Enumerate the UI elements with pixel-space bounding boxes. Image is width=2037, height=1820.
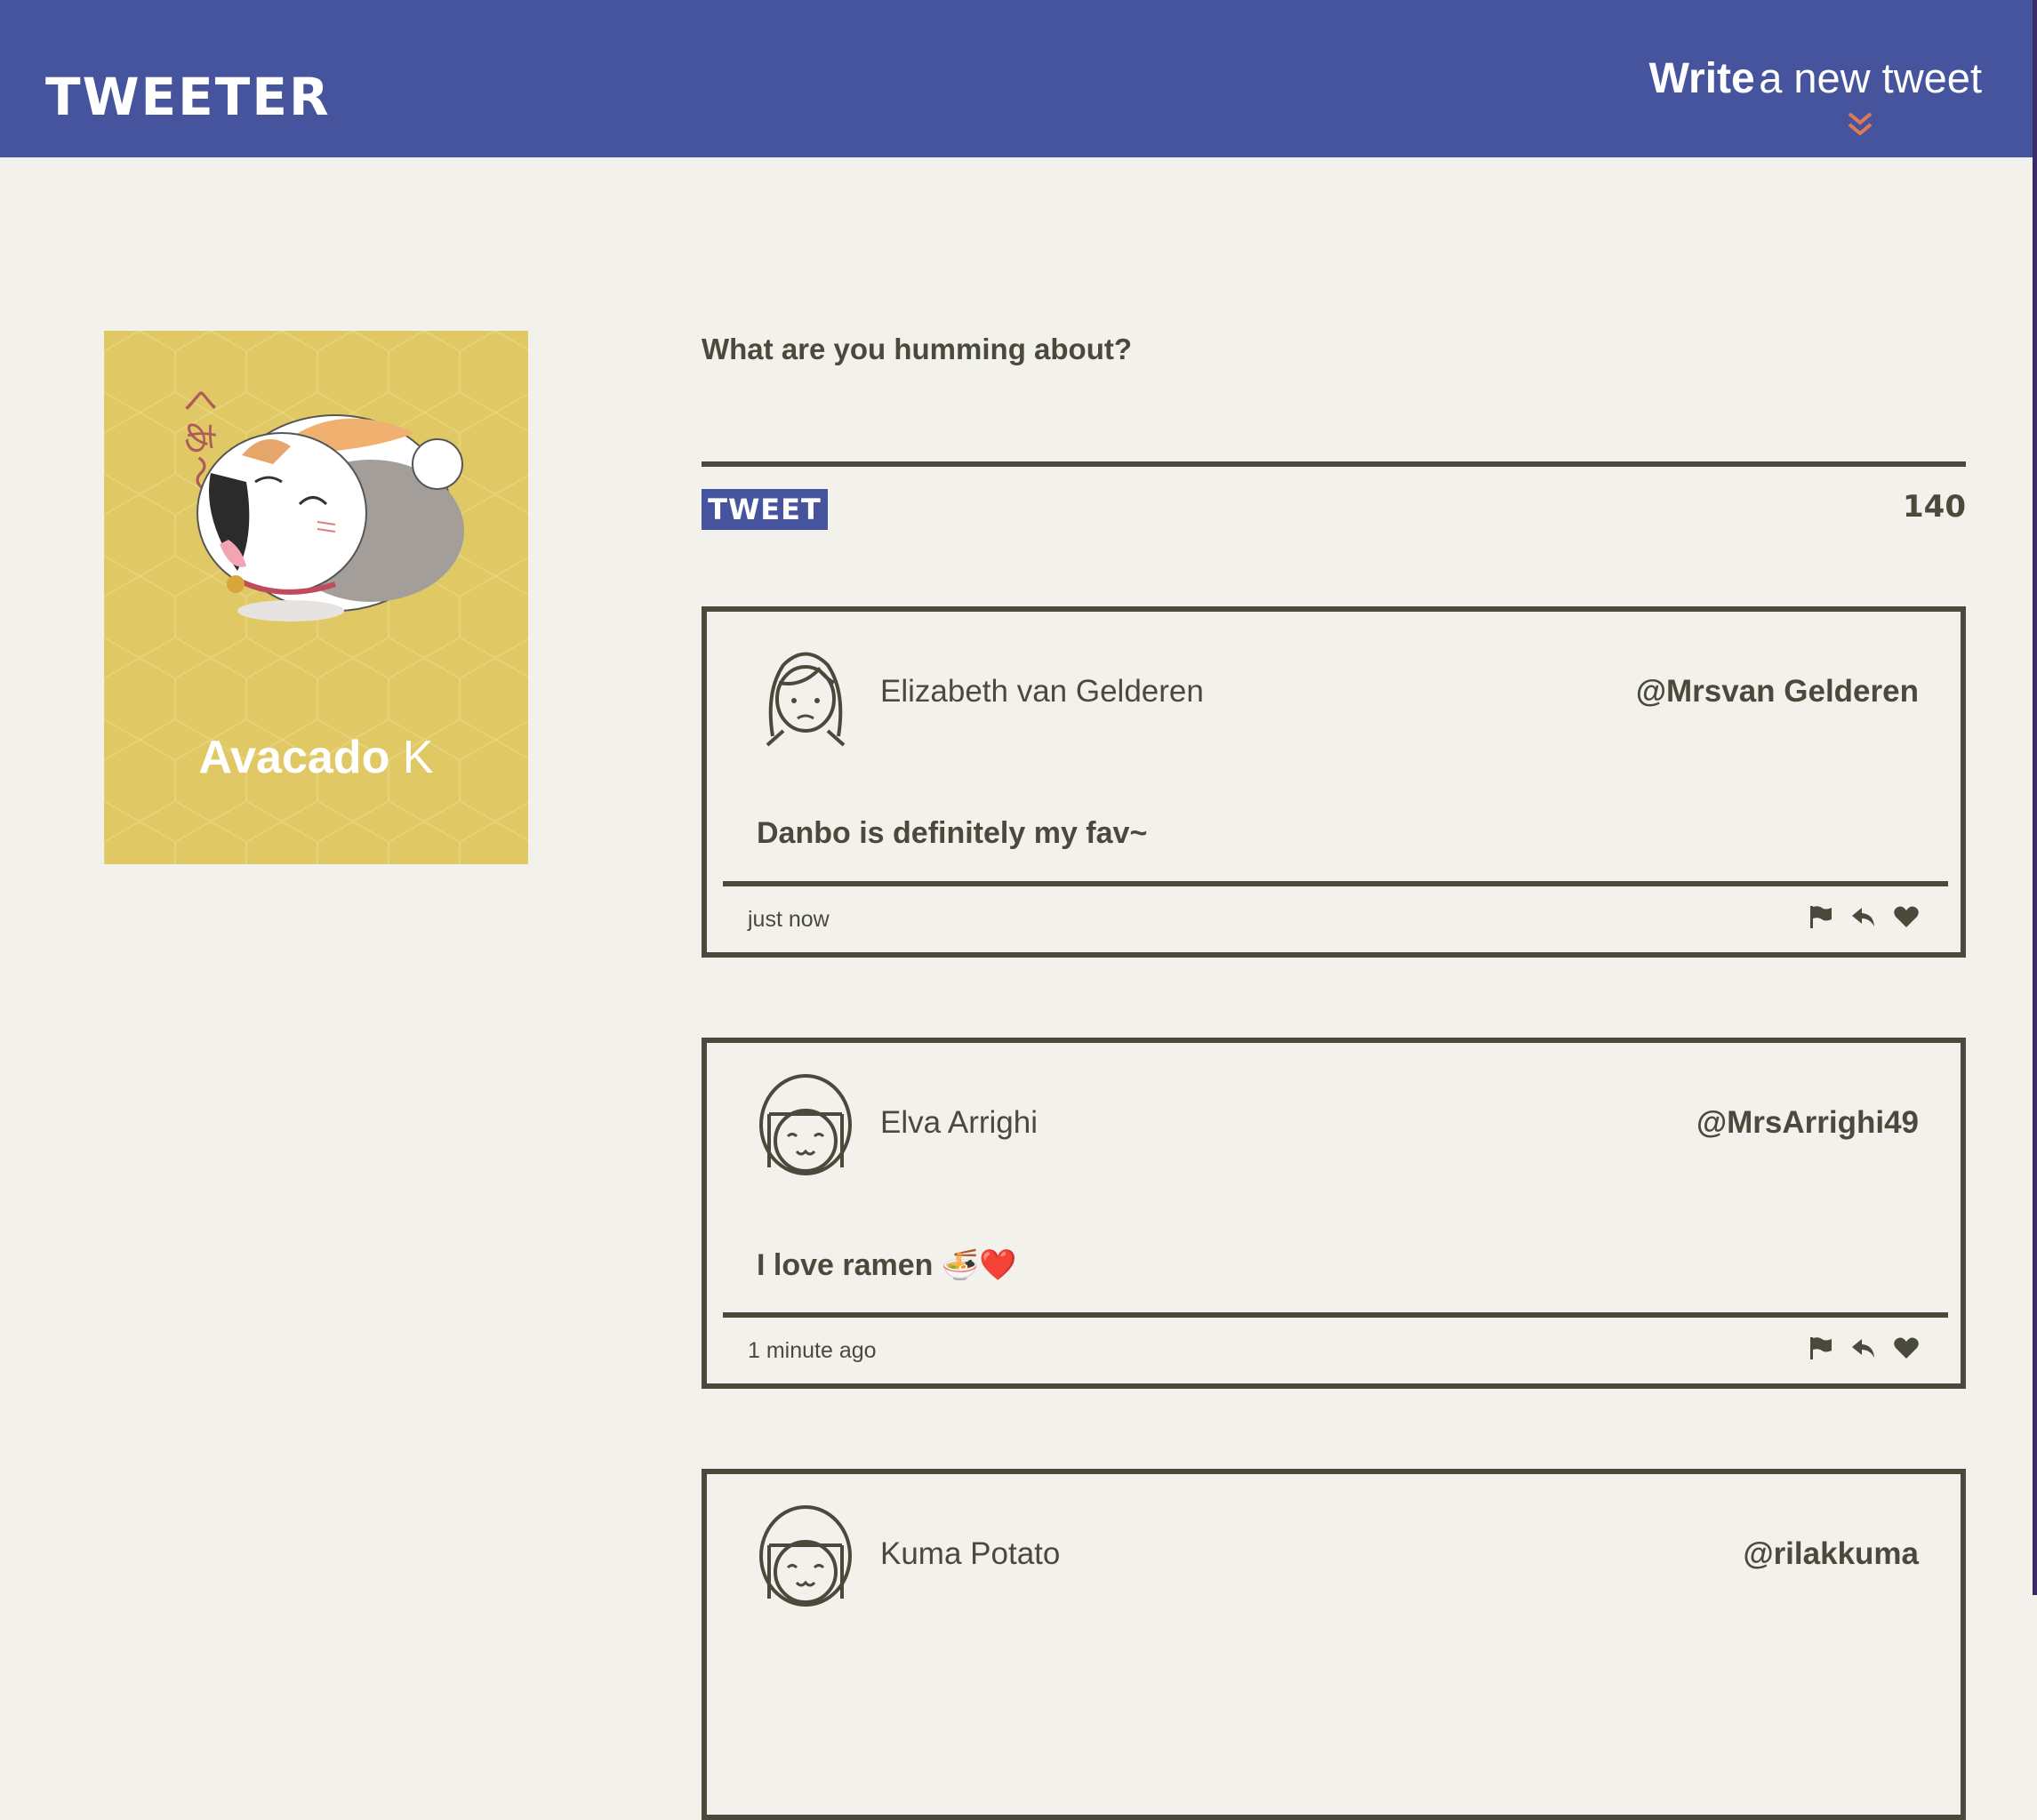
window-edge (2033, 0, 2037, 1595)
new-tweet-composer: TWEET 140 (702, 331, 1966, 530)
tweet-card: Kuma Potato @rilakkuma (702, 1469, 1966, 1820)
double-chevron-down-icon[interactable] (1844, 108, 1876, 140)
tweet-actions (1808, 903, 1920, 930)
tweet-text-input[interactable] (702, 331, 1966, 461)
user-avatar-icon (759, 1074, 852, 1175)
user-avatar-icon (766, 652, 846, 747)
tweet-card: Elizabeth van Gelderen @Mrsvan Gelderen … (702, 606, 1966, 958)
profile-name: Avacado K (104, 731, 528, 784)
character-counter: 140 (1903, 489, 1966, 525)
profile-card: くあ〜 Avacado K (104, 331, 528, 864)
composer-actions: TWEET 140 (702, 467, 1966, 530)
tweet-submit-button[interactable]: TWEET (702, 489, 828, 530)
tweet-author-name: Elizabeth van Gelderen (880, 674, 1204, 709)
tweet-author-handle[interactable]: @rilakkuma (1743, 1536, 1919, 1572)
tweet-author-handle[interactable]: @Mrsvan Gelderen (1636, 674, 1919, 710)
heart-icon[interactable] (1893, 1335, 1920, 1361)
flag-icon[interactable] (1808, 903, 1834, 930)
tweet-divider (723, 881, 1948, 886)
compose-toggle-strong: Write (1648, 55, 1755, 102)
user-avatar-icon (759, 1505, 852, 1607)
top-navbar: TWEETER Write a new tweet (0, 0, 2033, 157)
tweet-timestamp: just now (748, 907, 830, 932)
profile-last-name: K (402, 732, 434, 783)
tweet-body: Danbo is definitely my fav~ (757, 816, 1148, 850)
heart-icon[interactable] (1893, 903, 1920, 930)
tweet-author-name: Kuma Potato (880, 1536, 1061, 1571)
flag-icon[interactable] (1808, 1335, 1834, 1361)
reply-icon[interactable] (1850, 903, 1877, 930)
tweet-actions (1808, 1335, 1920, 1361)
tweet-body: I love ramen 🍜❤️ (757, 1248, 1017, 1282)
write-new-tweet-toggle[interactable]: Write a new tweet (1644, 55, 1982, 144)
tweet-timestamp: 1 minute ago (748, 1338, 877, 1363)
reply-icon[interactable] (1850, 1335, 1877, 1361)
profile-first-name: Avacado (198, 732, 390, 783)
tweet-divider (723, 1312, 1948, 1318)
cat-avatar-image: くあ〜 (179, 384, 464, 621)
tweet-author-name: Elva Arrighi (880, 1105, 1039, 1140)
tweet-card: Elva Arrighi @MrsArrighi49 I love ramen … (702, 1038, 1966, 1389)
tweet-author-handle[interactable]: @MrsArrighi49 (1696, 1105, 1919, 1141)
compose-toggle-rest: a new tweet (1759, 54, 1982, 101)
brand-logo[interactable]: TWEETER (45, 71, 331, 123)
